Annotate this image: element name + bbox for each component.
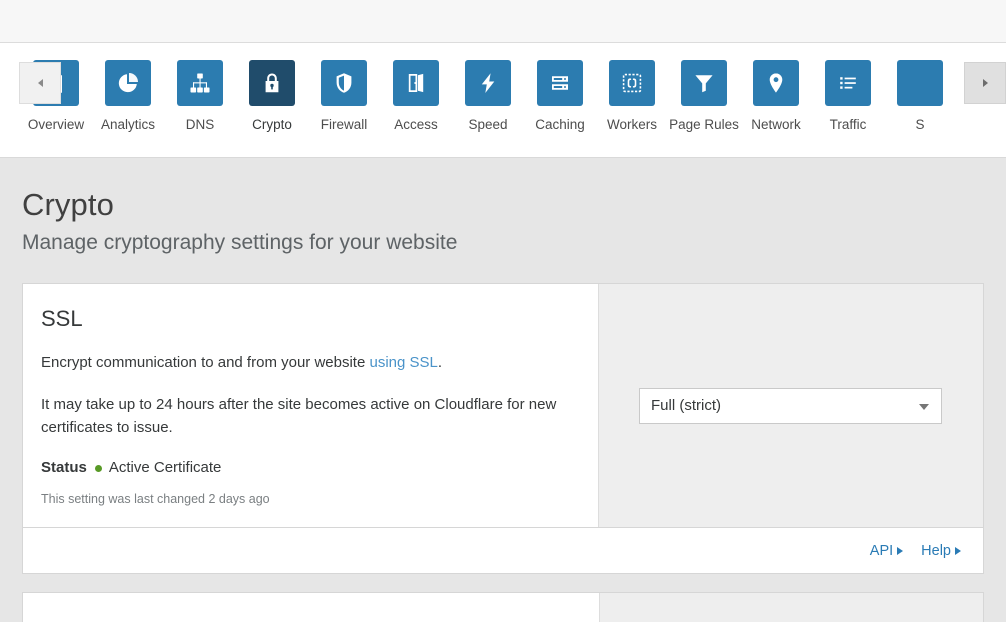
nav-item-crypto[interactable]: Crypto	[236, 43, 308, 133]
api-link[interactable]: API	[870, 543, 903, 559]
nav-scroll-right-button[interactable]	[964, 62, 1006, 104]
nav-scroll-left-button[interactable]	[19, 62, 61, 104]
next-setting-card	[22, 592, 984, 622]
nav-item-scrape-shield[interactable]: S	[884, 43, 956, 133]
caret-right-icon	[955, 547, 961, 555]
ssl-status-label: Status	[41, 458, 87, 478]
ssl-card-control-panel: Full (strict)	[599, 284, 983, 527]
nav-item-workers[interactable]: Workers	[596, 43, 668, 133]
nav-item-label: Overview	[28, 117, 84, 133]
nav-item-label: Network	[751, 117, 801, 133]
ssl-description-text-before: Encrypt communication to and from your w…	[41, 354, 369, 371]
braces-icon	[609, 60, 655, 106]
caret-right-icon	[897, 547, 903, 555]
nav-item-network[interactable]: Network	[740, 43, 812, 133]
chevron-down-icon	[919, 404, 929, 410]
lock-icon	[249, 60, 295, 106]
next-card-right-panel	[600, 593, 983, 622]
browser-toolbar	[0, 0, 1006, 43]
ssl-status-row: Status Active Certificate	[41, 458, 572, 478]
page-subtitle: Manage cryptography settings for your we…	[22, 229, 984, 256]
page-title: Crypto	[22, 186, 984, 224]
next-card-left-panel	[23, 593, 600, 622]
nav-item-label: Access	[394, 117, 438, 133]
map-pin-icon	[753, 60, 799, 106]
help-link-label: Help	[921, 543, 951, 559]
help-link[interactable]: Help	[921, 543, 961, 559]
ssl-description-text-after: .	[438, 354, 442, 371]
nav-item-dns[interactable]: DNS	[164, 43, 236, 133]
nav-item-access[interactable]: Access	[380, 43, 452, 133]
nav-item-label: Crypto	[252, 117, 292, 133]
sitemap-icon	[177, 60, 223, 106]
ssl-card-note: It may take up to 24 hours after the sit…	[41, 393, 572, 439]
nav-item-label: DNS	[186, 117, 215, 133]
chevron-left-icon	[38, 79, 43, 87]
page-content: Crypto Manage cryptography settings for …	[0, 158, 1006, 622]
status-dot-icon	[95, 465, 102, 472]
nav-item-analytics[interactable]: Analytics	[92, 43, 164, 133]
ssl-card-title: SSL	[41, 306, 572, 332]
nav-item-traffic[interactable]: Traffic	[812, 43, 884, 133]
partial-icon	[897, 60, 943, 106]
nav-item-page-rules[interactable]: Page Rules	[668, 43, 740, 133]
nav-item-label: Workers	[607, 117, 657, 133]
lightning-icon	[465, 60, 511, 106]
ssl-mode-select[interactable]: Full (strict)	[639, 388, 942, 424]
using-ssl-link[interactable]: using SSL	[369, 354, 437, 371]
server-icon	[537, 60, 583, 106]
nav-item-speed[interactable]: Speed	[452, 43, 524, 133]
nav-item-label: Caching	[535, 117, 585, 133]
pie-chart-icon	[105, 60, 151, 106]
nav-items-strip: Overview Analytics	[20, 43, 956, 133]
app-navigation-bar: Overview Analytics	[0, 43, 1006, 158]
ssl-card-description: Encrypt communication to and from your w…	[41, 351, 572, 374]
nav-item-label: Page Rules	[669, 117, 739, 133]
api-link-label: API	[870, 543, 893, 559]
ssl-last-changed: This setting was last changed 2 days ago	[41, 491, 572, 507]
chevron-right-icon	[983, 79, 988, 87]
door-icon	[393, 60, 439, 106]
nav-item-label: S	[915, 117, 924, 133]
shield-icon	[321, 60, 367, 106]
nav-item-firewall[interactable]: Firewall	[308, 43, 380, 133]
ssl-status-value: Active Certificate	[109, 458, 222, 478]
list-icon	[825, 60, 871, 106]
nav-item-label: Analytics	[101, 117, 155, 133]
nav-item-label: Firewall	[321, 117, 368, 133]
nav-item-label: Speed	[468, 117, 507, 133]
ssl-setting-card: SSL Encrypt communication to and from yo…	[22, 283, 984, 528]
ssl-card-footer: API Help	[22, 528, 984, 574]
nav-item-label: Traffic	[830, 117, 867, 133]
nav-item-caching[interactable]: Caching	[524, 43, 596, 133]
funnel-icon	[681, 60, 727, 106]
ssl-card-description-panel: SSL Encrypt communication to and from yo…	[23, 284, 599, 527]
ssl-mode-selected-value: Full (strict)	[640, 397, 721, 414]
